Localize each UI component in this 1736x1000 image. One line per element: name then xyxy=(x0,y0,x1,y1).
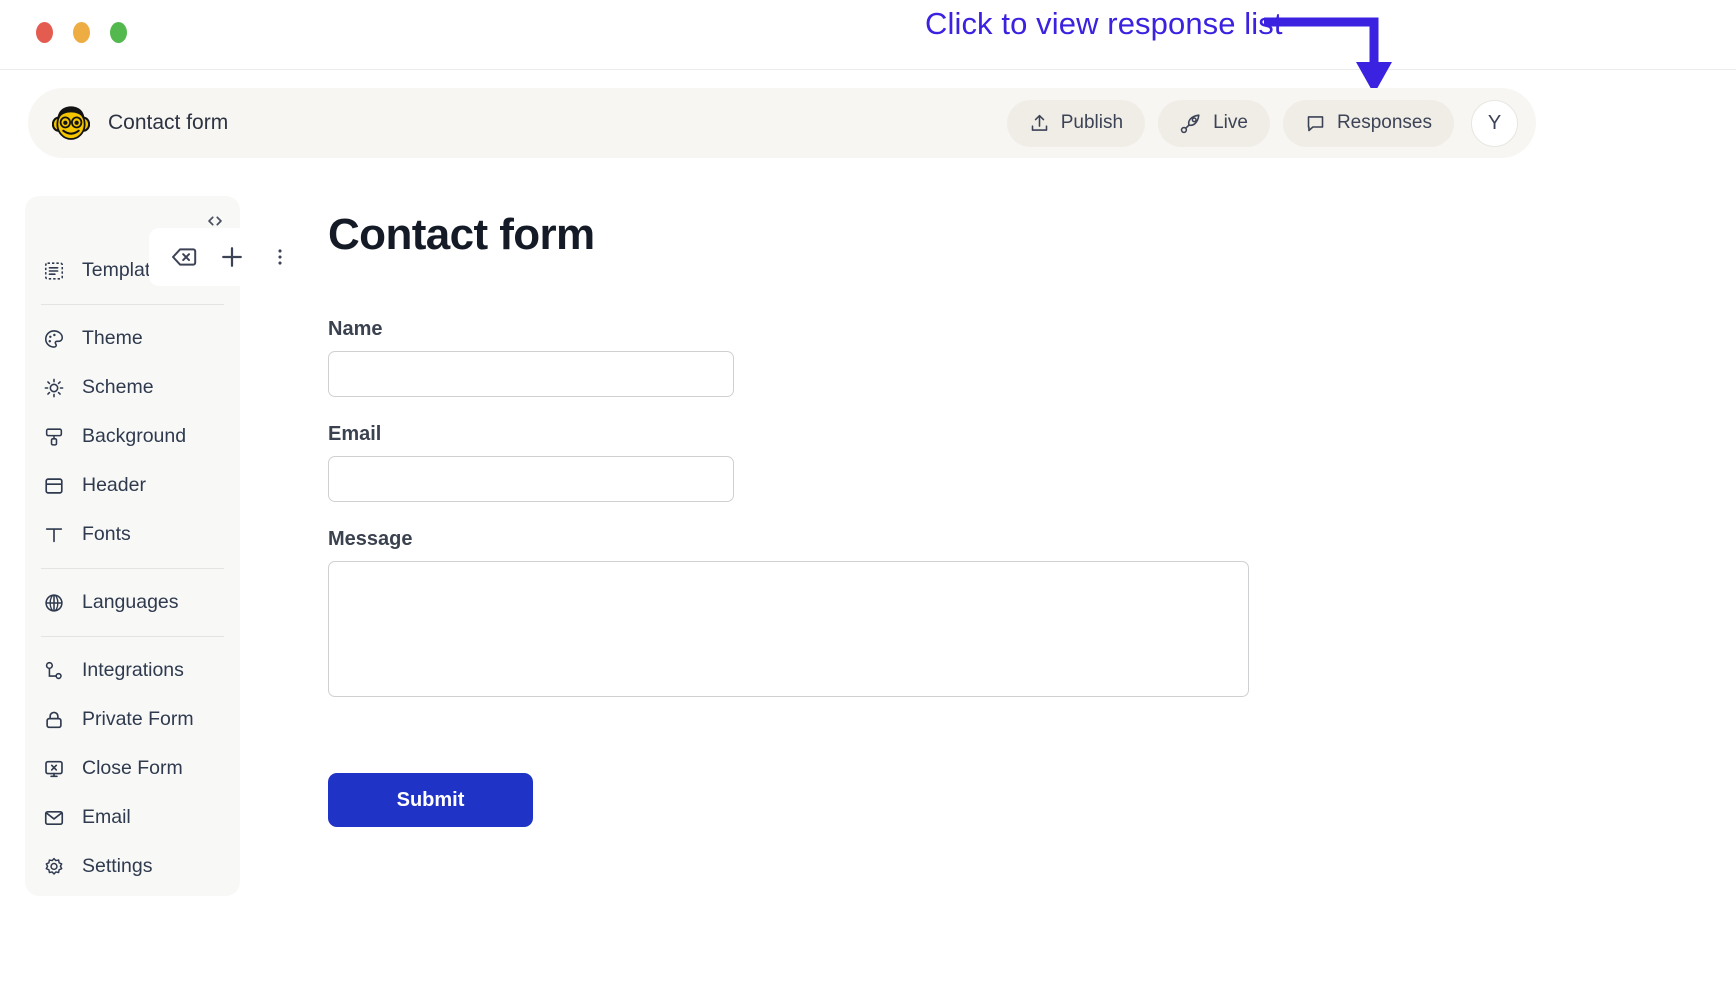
header-layout-icon xyxy=(45,477,63,494)
publish-button[interactable]: Publish xyxy=(1006,99,1146,147)
sidebar-item-integrations[interactable]: Integrations xyxy=(25,646,240,695)
sidebar-item-label: Fonts xyxy=(82,523,131,545)
app-toolbar: Contact form Publish Live Responses Y xyxy=(28,88,1536,158)
sidebar-item-label: Email xyxy=(82,806,131,828)
maximize-window-button[interactable] xyxy=(110,22,127,43)
field-label: Message xyxy=(328,528,413,550)
sidebar-divider xyxy=(41,304,224,305)
responses-button[interactable]: Responses xyxy=(1282,99,1454,147)
responses-label: Responses xyxy=(1336,112,1432,133)
globe-icon xyxy=(45,593,63,612)
field-email: Email xyxy=(328,423,1668,502)
field-label: Name xyxy=(328,318,383,340)
sidebar-item-label: Background xyxy=(82,425,187,447)
publish-label: Publish xyxy=(1060,112,1124,133)
sidebar-item-label: Languages xyxy=(82,591,179,613)
template-list-icon xyxy=(44,261,64,280)
lock-icon xyxy=(46,711,62,728)
sidebar-item-languages[interactable]: Languages xyxy=(25,578,240,627)
sidebar-item-label: Header xyxy=(82,474,146,496)
sidebar-divider xyxy=(41,568,224,569)
live-button[interactable]: Live xyxy=(1158,99,1270,147)
page-title: Contact form xyxy=(328,210,595,259)
envelope-icon xyxy=(44,810,64,825)
sidebar-item-private-form[interactable]: Private Form xyxy=(25,695,240,744)
traffic-lights xyxy=(36,22,127,43)
more-vertical-icon xyxy=(278,249,282,265)
submit-button[interactable]: Submit xyxy=(328,773,533,827)
sidebar-item-label: Scheme xyxy=(82,376,154,398)
monkey-face-icon xyxy=(52,106,90,140)
sidebar-item-close-form[interactable]: Close Form xyxy=(25,744,240,793)
monitor-x-icon xyxy=(45,760,63,777)
avatar[interactable]: Y xyxy=(1471,99,1518,147)
field-label: Email xyxy=(328,423,382,445)
live-label: Live xyxy=(1213,112,1248,133)
sidebar-item-settings[interactable]: Settings xyxy=(25,842,240,891)
avatar-initial: Y xyxy=(1487,111,1502,134)
text-type-icon xyxy=(45,527,63,542)
form-name-label: Contact form xyxy=(108,111,229,134)
toolbar-actions: Publish Live Responses Y xyxy=(1006,99,1518,147)
integrations-nodes-icon xyxy=(45,661,62,679)
sidebar-divider xyxy=(41,636,224,637)
form-canvas: Contact form Name Email Message Submit xyxy=(328,210,1668,827)
delete-block-button[interactable] xyxy=(163,236,205,278)
message-input[interactable] xyxy=(328,561,1249,697)
sidebar-item-header[interactable]: Header xyxy=(25,461,240,510)
name-input[interactable] xyxy=(328,351,734,397)
app-root: Click to view response list Contact form xyxy=(0,0,1736,1000)
sidebar-item-scheme[interactable]: Scheme xyxy=(25,363,240,412)
sidebar-item-label: Private Form xyxy=(82,708,194,730)
email-input[interactable] xyxy=(328,456,734,502)
annotation-label: Click to view response list xyxy=(925,6,1283,41)
upload-icon xyxy=(1031,114,1048,131)
plus-icon xyxy=(222,247,242,267)
block-toolbar xyxy=(149,228,315,286)
block-more-options-button[interactable] xyxy=(259,236,301,278)
sidebar-list: Templates Theme Scheme Background Header… xyxy=(25,246,240,891)
minimize-window-button[interactable] xyxy=(73,22,90,43)
settings-sidebar: Templates Theme Scheme Background Header… xyxy=(25,196,240,896)
gear-icon xyxy=(45,857,63,875)
sidebar-item-background[interactable]: Background xyxy=(25,412,240,461)
chat-bubble-icon xyxy=(1307,115,1324,131)
field-message: Message xyxy=(328,528,1668,697)
sidebar-item-label: Theme xyxy=(82,327,143,349)
sidebar-item-label: Settings xyxy=(82,855,153,877)
backspace-delete-icon xyxy=(172,248,197,266)
window-chrome xyxy=(0,0,1736,70)
sidebar-item-fonts[interactable]: Fonts xyxy=(25,510,240,559)
paint-roller-icon xyxy=(45,427,63,446)
palette-icon xyxy=(44,329,64,348)
sidebar-item-theme[interactable]: Theme xyxy=(25,314,240,363)
sidebar-item-label: Integrations xyxy=(82,659,184,681)
sun-brightness-icon xyxy=(44,378,64,397)
add-block-button[interactable] xyxy=(211,236,253,278)
brand: Contact form xyxy=(52,104,228,142)
rocket-icon xyxy=(1180,114,1200,134)
sidebar-item-label: Close Form xyxy=(82,757,183,779)
sidebar-item-email[interactable]: Email xyxy=(25,793,240,842)
field-name: Name xyxy=(328,318,1668,397)
close-window-button[interactable] xyxy=(36,22,53,43)
